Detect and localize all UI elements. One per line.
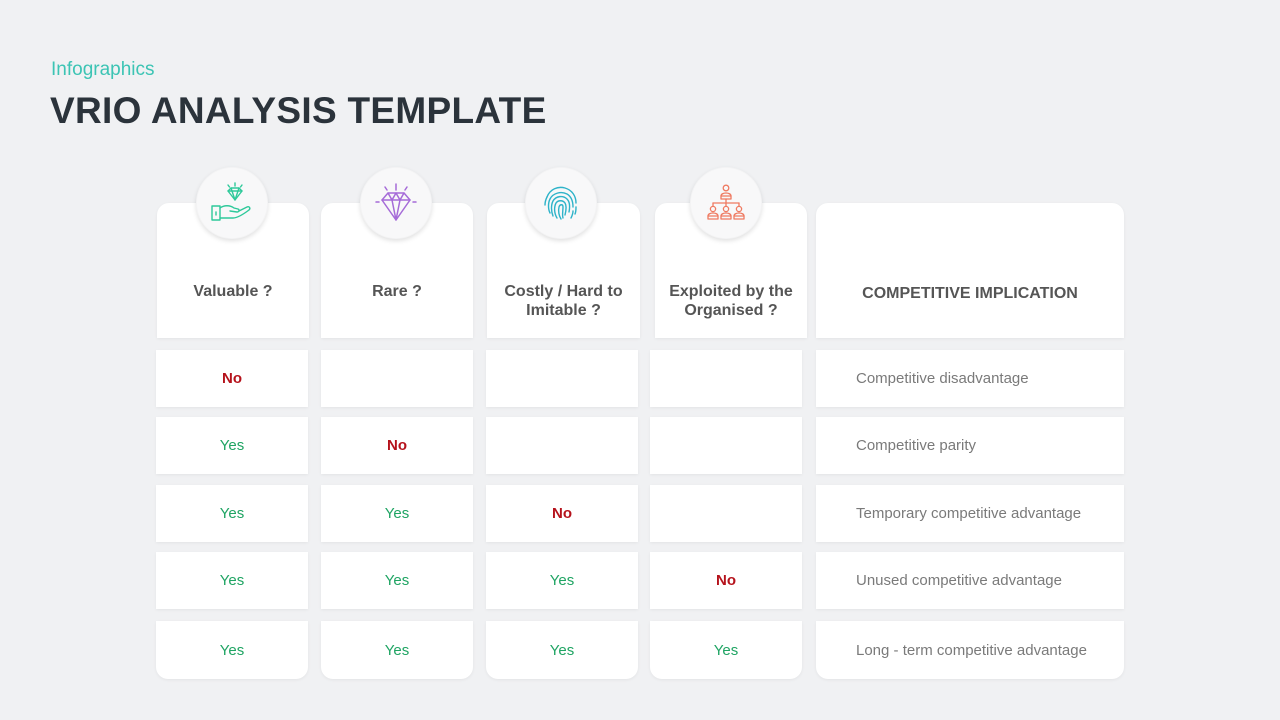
header-label-imitable: Costly / Hard to Imitable ? [487,282,640,320]
header-label-organised-line1: Exploited by the [669,283,793,300]
header-label-rare: Rare ? [372,283,422,300]
no-value: No [716,572,736,589]
cell-rare-row-4: Yes [321,552,473,609]
header-label-organised-line2: Organised ? [684,302,778,319]
header-card-implication: COMPETITIVE IMPLICATION [816,203,1124,338]
cell-valuable-row-5: Yes [156,621,308,679]
implication-row-4: Unused competitive advantage [816,552,1124,609]
header-label-imitable-line1: Costly / Hard to [504,283,623,300]
implication-text: Unused competitive advantage [856,572,1062,589]
cell-valuable-row-2: Yes [156,417,308,474]
implication-row-2: Competitive parity [816,417,1124,474]
implication-text: Long - term competitive advantage [856,641,1087,659]
yes-value: Yes [219,505,245,522]
imitable-icon-circle [525,167,597,239]
fingerprint-icon [544,186,577,220]
yes-value: Yes [713,641,739,659]
cell-organised-row-1 [650,350,802,407]
cell-imitable-row-4: Yes [486,552,638,609]
cell-organised-row-5: Yes [650,621,802,679]
cell-rare-row-5: Yes [321,621,473,679]
header-label-valuable: Valuable ? [193,283,273,300]
yes-value: Yes [384,505,410,522]
cell-rare-row-3: Yes [321,485,473,542]
cell-imitable-row-3: No [486,485,638,542]
cell-imitable-row-5: Yes [486,621,638,679]
implication-text: Competitive parity [856,437,977,454]
cell-organised-row-2 [650,417,802,474]
subtitle: Infographics [51,59,155,80]
cell-imitable-row-2 [486,417,638,474]
cell-organised-row-3 [650,485,802,542]
valuable-icon-circle [196,167,268,239]
yes-value: Yes [219,437,245,454]
header-label-organised: Exploited by the Organised ? [655,282,807,320]
yes-value: Yes [219,572,245,589]
cell-imitable-row-1 [486,350,638,407]
yes-value: Yes [549,572,575,589]
header-label-implication: COMPETITIVE IMPLICATION [862,285,1078,302]
cell-valuable-row-3: Yes [156,485,308,542]
implication-row-5: Long - term competitive advantage [816,621,1124,679]
yes-value: Yes [384,572,410,589]
implication-row-3: Temporary competitive advantage [816,485,1124,542]
no-value: No [387,437,407,454]
hand-diamond-icon [211,182,251,221]
implication-text: Competitive disadvantage [856,370,1029,387]
implication-text: Temporary competitive advantage [856,505,1082,522]
cell-organised-row-4: No [650,552,802,609]
implication-row-1: Competitive disadvantage [816,350,1124,407]
organised-icon-circle [690,167,762,239]
diamond-icon [375,183,417,221]
no-value: No [552,505,572,522]
yes-value: Yes [549,641,575,659]
cell-rare-row-1 [321,350,473,407]
yes-value: Yes [384,641,410,659]
cell-rare-row-2: No [321,417,473,474]
header-label-imitable-line2: Imitable ? [526,302,601,319]
cell-valuable-row-4: Yes [156,552,308,609]
cell-valuable-row-1: No [156,350,308,407]
org-chart-icon [707,184,745,220]
page-title: VRIO ANALYSIS TEMPLATE [50,90,547,131]
yes-value: Yes [219,641,245,659]
rare-icon-circle [360,167,432,239]
no-value: No [222,370,242,387]
